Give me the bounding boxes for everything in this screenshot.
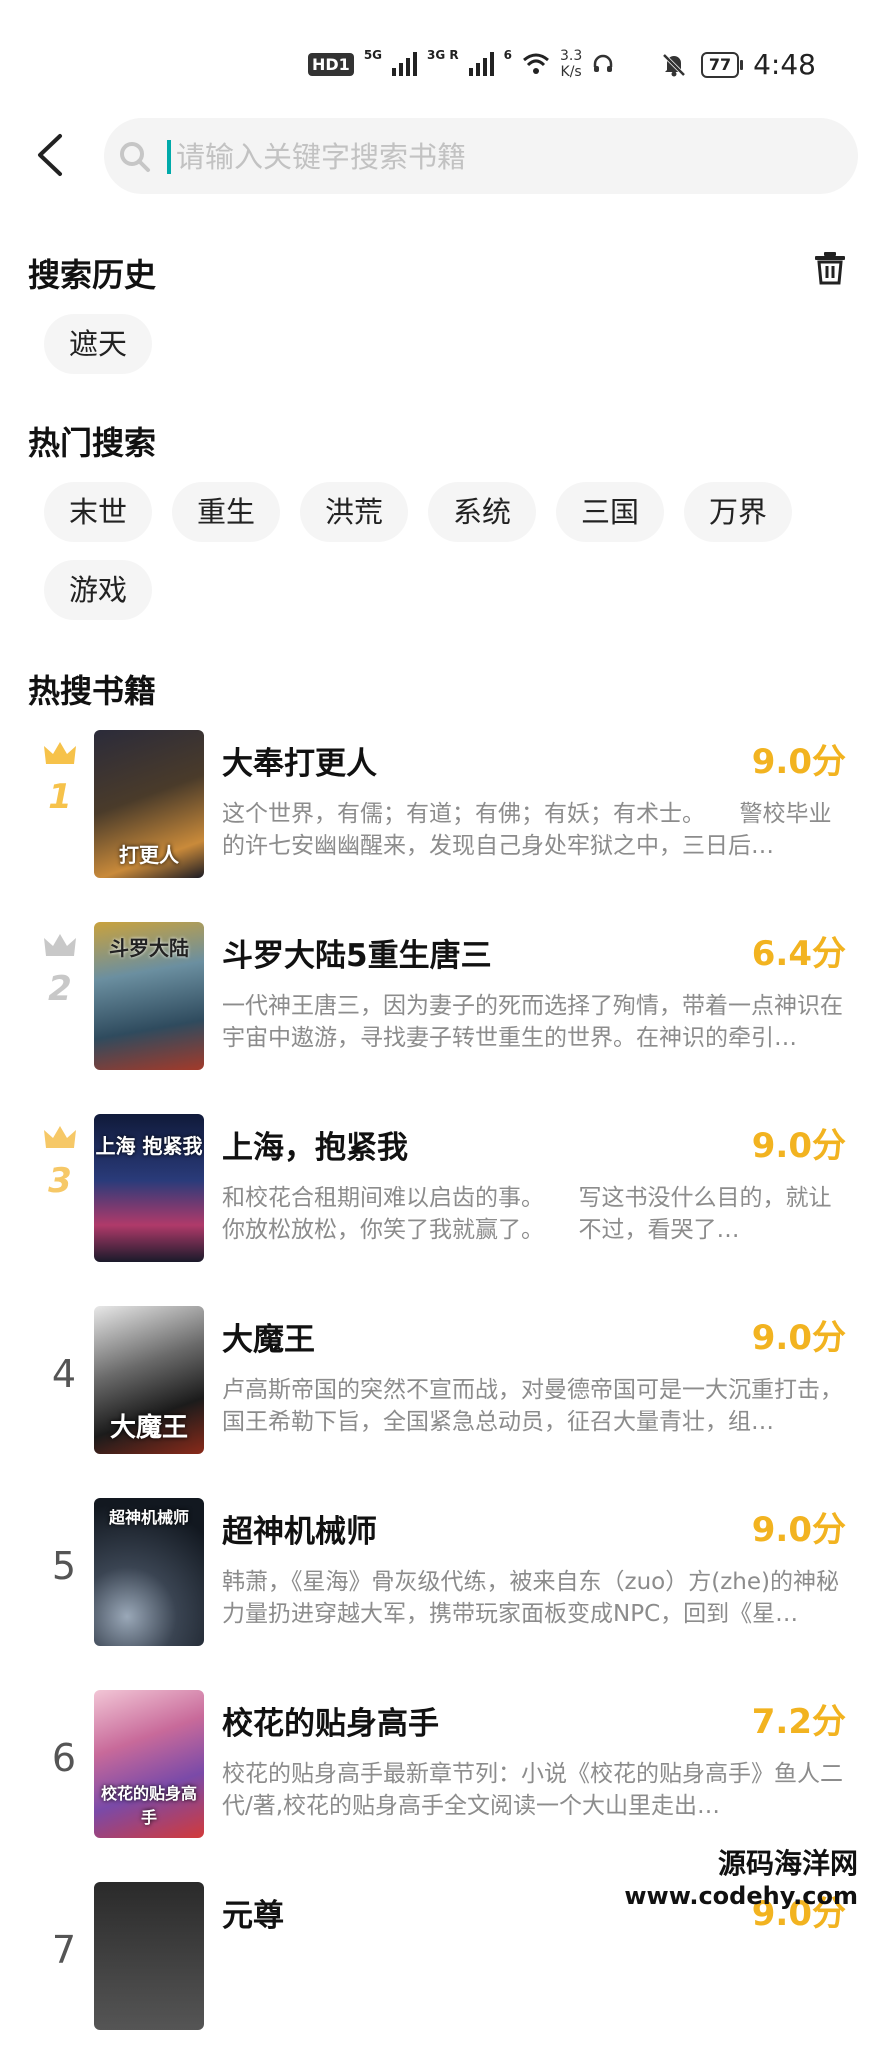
status-left: HD1 5G 3G R 6 3.3 K/s <box>308 48 614 80</box>
book-cover: 上海 抱紧我 <box>94 1114 204 1262</box>
wifi-icon <box>523 53 549 74</box>
text-caret <box>167 140 171 174</box>
search-icon <box>120 142 150 172</box>
book-description: 这个世界，有儒；有道；有佛；有妖；有术士。 警校毕业的许七安幽幽醒来，发现自己身… <box>222 801 832 859</box>
rank-number: 2 <box>48 969 72 1006</box>
book-cover: 校花的贴身高手 <box>94 1690 204 1838</box>
book-score: 6.4分 <box>751 934 846 974</box>
network-3g-label: 3G R <box>427 48 459 62</box>
signal-icon-2 <box>468 52 494 76</box>
rank-number: 4 <box>51 1352 77 1396</box>
cover-title: 斗罗大陆 <box>109 936 189 960</box>
cover-title: 大魔王 <box>109 1413 188 1443</box>
hot-chip-1[interactable]: 重生 <box>172 482 280 542</box>
hot-chip-4[interactable]: 三国 <box>556 482 664 542</box>
book-cover: 斗罗大陆 <box>94 922 204 1070</box>
headset-icon <box>594 54 613 72</box>
rank-number: 5 <box>51 1544 77 1588</box>
crown-silver-icon: 2 <box>44 934 76 1006</box>
book-title: 大奉打更人 <box>222 746 377 782</box>
watermark-line-1: 源码海洋网 <box>717 1847 858 1880</box>
hot-chip-2[interactable]: 洪荒 <box>300 482 408 542</box>
rank-number: 1 <box>48 777 72 814</box>
search-input[interactable] <box>174 132 818 182</box>
book-score: 9.0分 <box>751 1510 846 1550</box>
book-score: 7.2分 <box>751 1702 846 1742</box>
book-description: 校花的贴身高手最新章节列：小说《校花的贴身高手》鱼人二代/著,校花的贴身高手全文… <box>222 1761 843 1819</box>
hot-chip-6[interactable]: 游戏 <box>44 560 152 620</box>
cover-title: 校花的贴身高手 <box>100 1784 197 1827</box>
book-description: 卢高斯帝国的突然不宣而战，对曼德帝国可是一大沉重打击，国王希勒下旨，全国紧急总动… <box>222 1377 843 1435</box>
book-description: 韩萧，《星海》骨灰级代练，被来自东（zuo）方(zhe)的神秘力量扔进穿越大军，… <box>222 1569 839 1627</box>
battery-icon: 77 <box>700 51 744 78</box>
rank-number: 6 <box>51 1736 77 1780</box>
rank-number: 3 <box>48 1161 72 1198</box>
status-bar: HD1 5G 3G R 6 3.3 K/s 77 4:48 <box>0 0 872 120</box>
book-item[interactable]: 5 超神机械师 超神机械师 9.0分 韩萧，《星海》骨灰级代练，被来自东（zuo… <box>0 1498 872 1668</box>
book-title: 校花的贴身高手 <box>222 1706 439 1742</box>
hot-chip-0[interactable]: 末世 <box>44 482 152 542</box>
clock: 4:48 <box>753 48 816 81</box>
book-description: 一代神王唐三，因为妻子的死而选择了殉情，带着一点神识在宇宙中遨游，寻找妻子转世重… <box>222 993 843 1051</box>
trash-icon <box>815 252 845 285</box>
chevron-left-icon <box>38 134 62 176</box>
hot-chip-3[interactable]: 系统 <box>428 482 536 542</box>
book-title: 超神机械师 <box>222 1514 377 1550</box>
network-5g-label: 5G <box>363 48 383 62</box>
book-cover: 大魔王 <box>94 1306 204 1454</box>
book-cover <box>94 1882 204 2030</box>
book-score: 9.0分 <box>751 1318 846 1358</box>
hot-search-title: 热门搜索 <box>28 424 157 462</box>
book-item[interactable]: 3 上海 抱紧我 上海，抱紧我 9.0分 和校花合租期间难以启齿的事。 写这书没… <box>0 1114 872 1284</box>
book-score: 9.0分 <box>751 1126 846 1166</box>
status-right: 77 4:48 <box>661 48 816 81</box>
wifi-gen-label: 6 <box>503 48 512 62</box>
clear-history-button[interactable] <box>812 250 848 286</box>
book-title: 斗罗大陆5重生唐三 <box>222 938 492 974</box>
back-button[interactable] <box>30 130 70 180</box>
cover-title: 上海 抱紧我 <box>95 1134 203 1158</box>
book-item[interactable]: 4 大魔王 大魔王 9.0分 卢高斯帝国的突然不宣而战，对曼德帝国可是一大沉重打… <box>0 1306 872 1476</box>
book-item[interactable]: 1 打更人 大奉打更人 9.0分 这个世界，有儒；有道；有佛；有妖；有术士。 警… <box>0 730 872 900</box>
book-item[interactable]: 6 校花的贴身高手 校花的贴身高手 7.2分 校花的贴身高手最新章节列：小说《校… <box>0 1690 872 1860</box>
cover-title: 超神机械师 <box>108 1508 189 1527</box>
rank-number: 7 <box>51 1928 77 1972</box>
book-description: 和校花合租期间难以启齿的事。 写这书没什么目的，就让你放松放松，你笑了我就赢了。… <box>222 1185 832 1243</box>
crown-bronze-icon: 3 <box>44 1126 76 1198</box>
cover-title: 打更人 <box>119 843 179 867</box>
signal-icon <box>392 52 418 76</box>
book-item[interactable]: 2 斗罗大陆 斗罗大陆5重生唐三 6.4分 一代神王唐三，因为妻子的死而选择了殉… <box>0 922 872 1092</box>
book-title: 上海，抱紧我 <box>222 1130 408 1166</box>
watermark: 源码海洋网 www.codehy.com <box>624 1842 858 1910</box>
watermark-line-2: www.codehy.com <box>624 1882 858 1910</box>
bell-off-icon <box>662 53 686 76</box>
crown-gold-icon: 1 <box>44 742 76 814</box>
network-speed: 3.3 K/s <box>560 48 583 80</box>
book-title: 元尊 <box>222 1898 284 1934</box>
hot-chip-5[interactable]: 万界 <box>684 482 792 542</box>
hd-badge: HD1 <box>308 52 354 76</box>
book-score: 9.0分 <box>751 742 846 782</box>
book-cover: 超神机械师 <box>94 1498 204 1646</box>
hot-books-title: 热搜书籍 <box>28 672 157 710</box>
book-title: 大魔王 <box>222 1322 315 1358</box>
history-chip[interactable]: 遮天 <box>44 314 152 374</box>
book-cover: 打更人 <box>94 730 204 878</box>
search-bar[interactable] <box>104 118 858 194</box>
history-title: 搜索历史 <box>28 256 157 294</box>
